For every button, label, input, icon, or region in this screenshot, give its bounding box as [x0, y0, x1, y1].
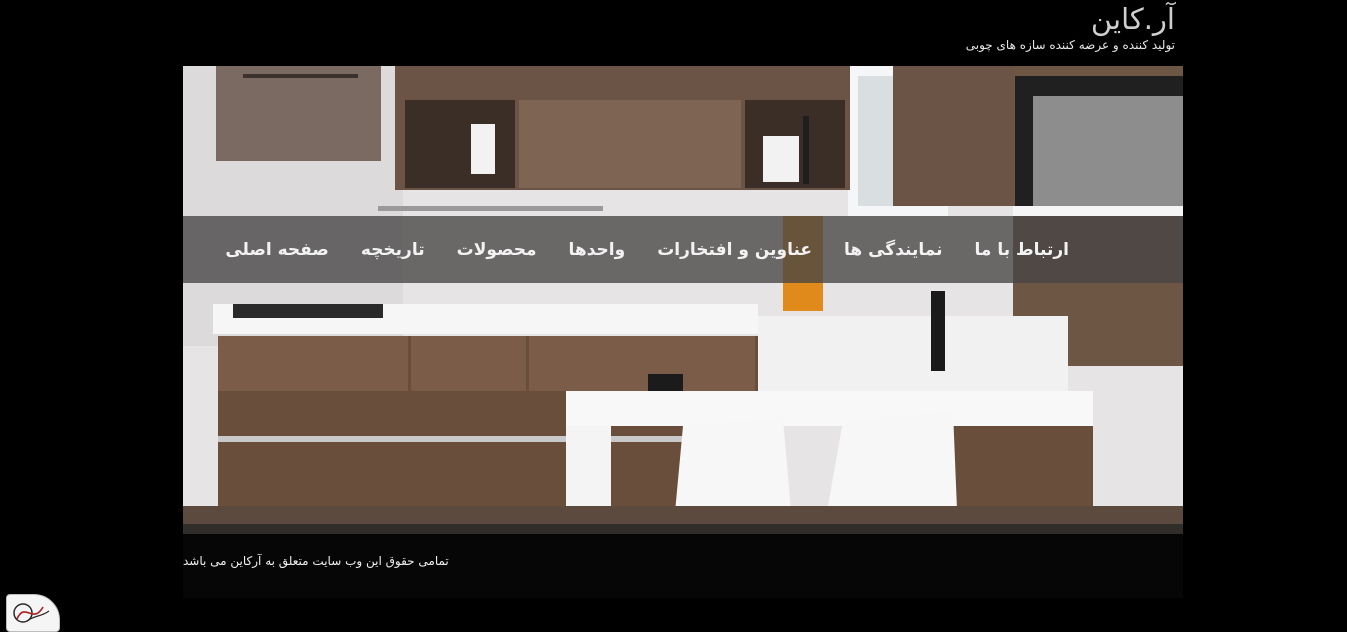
- page: آر.کاین تولید کننده و عرضه کننده سازه ها…: [0, 0, 1347, 632]
- kitchen-illustration: [183, 66, 1183, 534]
- nav-item-units[interactable]: واحدها: [569, 240, 626, 260]
- site-header: آر.کاین تولید کننده و عرضه کننده سازه ها…: [966, 0, 1175, 52]
- nav-menu: صفحه اصلی تاریخچه محصولات واحدها عناوین …: [225, 216, 1069, 283]
- site-seal-logo-icon[interactable]: [6, 594, 60, 632]
- nav-item-products[interactable]: محصولات: [457, 240, 537, 260]
- hero-kitchen-image: صفحه اصلی تاریخچه محصولات واحدها عناوین …: [183, 66, 1183, 534]
- site-footer: تمامی حقوق این وب سایت متعلق به آرکاین م…: [183, 534, 1183, 598]
- nav-item-honors[interactable]: عناوین و افتخارات: [657, 240, 812, 260]
- seal-graphic-icon: [13, 603, 50, 623]
- site-title[interactable]: آر.کاین: [966, 0, 1175, 38]
- nav-item-history[interactable]: تاریخچه: [361, 240, 425, 260]
- main-navigation: صفحه اصلی تاریخچه محصولات واحدها عناوین …: [183, 216, 1183, 283]
- nav-item-contact[interactable]: ارتباط با ما: [975, 240, 1070, 260]
- site-tagline: تولید کننده و عرضه کننده سازه های چوبی: [965, 38, 1175, 52]
- hero-bottom-strip: [183, 524, 1183, 534]
- copyright-text: تمامی حقوق این وب سایت متعلق به آرکاین م…: [183, 554, 449, 568]
- nav-item-home[interactable]: صفحه اصلی: [225, 240, 329, 260]
- nav-item-agencies[interactable]: نمایندگی ها: [844, 240, 942, 260]
